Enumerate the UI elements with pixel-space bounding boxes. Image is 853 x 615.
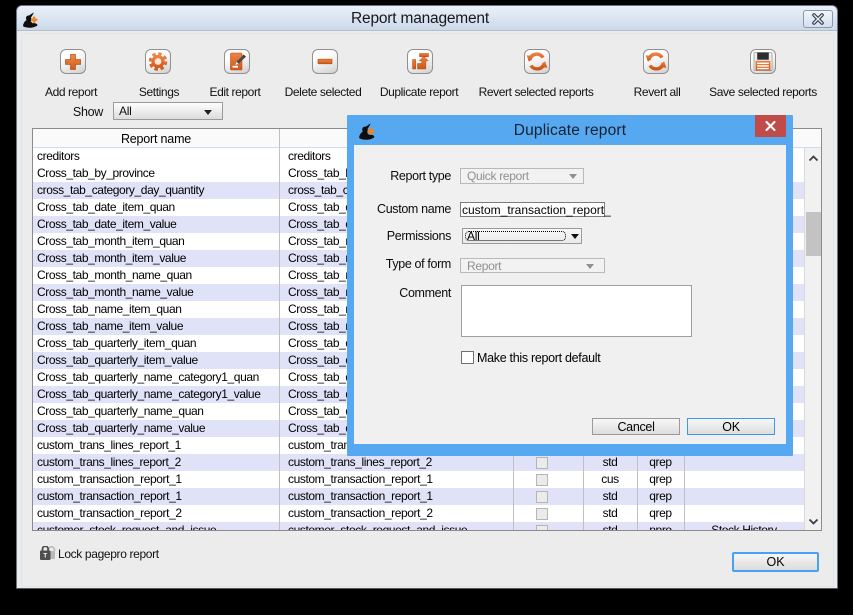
svg-text:T: T bbox=[43, 553, 47, 560]
